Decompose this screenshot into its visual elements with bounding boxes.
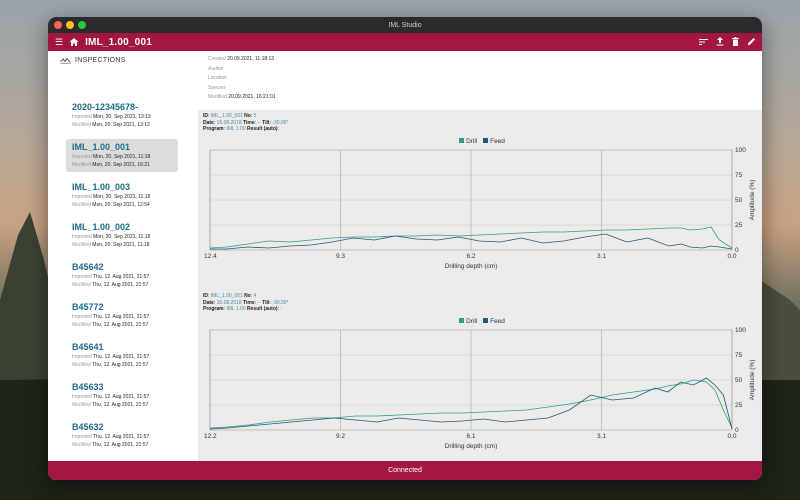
status-bar: Connected [48, 461, 762, 480]
modified-date: Modified Mon, 20. Sep 2021, 12:54 [72, 202, 150, 208]
y-tick-label: 25 [735, 222, 743, 229]
imported-date: Imported Mon, 20. Sep 2021, 11:18 [72, 234, 151, 240]
modified-date: Modified Thu, 12. Aug 2021, 21:57 [72, 402, 149, 408]
connection-status: Connected [388, 467, 422, 474]
inspection-details: Created 20.09.2021, 11:18:13 Auditor Loc… [198, 51, 762, 110]
x-tick-label: 12.2 [204, 433, 217, 440]
x-tick-label: 9.2 [336, 433, 345, 440]
app-bar: ☰ IML_1.00_001 [48, 33, 762, 51]
modified-date: Modified Mon, 20. Sep 2021, 13:13 [72, 122, 150, 128]
sidebar: INSPECTIONS 2020-12345678- Imported Mon, … [48, 51, 198, 461]
upload-icon[interactable] [714, 36, 725, 47]
x-axis-label: Drilling depth (cm) [445, 443, 498, 450]
inspection-name: B45642 [72, 262, 104, 272]
x-tick-label: 0.0 [727, 433, 736, 440]
x-tick-label: 3.1 [597, 253, 606, 260]
list-item[interactable]: B45633 Imported Thu, 12. Aug 2021, 21:57 M… [66, 379, 178, 412]
title-bar: IML Studio [48, 17, 762, 33]
detail-auditor: Auditor [208, 65, 224, 72]
window-title: IML Studio [388, 21, 422, 29]
sidebar-header: INSPECTIONS [48, 51, 198, 64]
imported-date: Imported Mon, 20. Sep 2021, 13:13 [72, 114, 151, 120]
x-axis-label: Drilling depth (cm) [445, 263, 498, 270]
sort-icon[interactable] [698, 36, 709, 47]
y-axis-label: Amplitude (%) [749, 180, 756, 221]
imported-date: Imported Mon, 20. Sep 2021, 11:18 [72, 194, 151, 200]
list-item[interactable]: B45772 Imported Thu, 12. Aug 2021, 21:57 M… [66, 299, 178, 332]
y-tick-label: 25 [735, 402, 743, 409]
zoom-window-button[interactable] [78, 21, 86, 29]
modified-date: Modified Thu, 12. Aug 2021, 21:57 [72, 362, 149, 368]
y-tick-label: 100 [735, 327, 746, 334]
imported-date: Imported Thu, 12. Aug 2021, 21:57 [72, 314, 150, 320]
list-item[interactable]: IML_1.00_001 Imported Mon, 20. Sep 2021, … [66, 139, 178, 172]
imported-date: Imported Thu, 12. Aug 2021, 21:57 [72, 434, 150, 440]
x-tick-label: 6.2 [466, 253, 475, 260]
modified-date: Modified Thu, 12. Aug 2021, 21:57 [72, 282, 149, 288]
x-tick-label: 6.1 [466, 433, 475, 440]
modified-date: Modified Thu, 12. Aug 2021, 21:57 [72, 322, 149, 328]
modified-date: Modified Thu, 12. Aug 2021, 21:57 [72, 442, 149, 448]
main-content: Created 20.09.2021, 11:18:13 Auditor Loc… [198, 51, 762, 468]
sidebar-header-label: INSPECTIONS [75, 57, 126, 64]
imported-date: Imported Thu, 12. Aug 2021, 21:57 [72, 354, 150, 360]
detail-modified: Modified 20.09.2021, 16:21:01 [208, 94, 276, 101]
app-window: IML Studio ☰ IML_1.00_001 INSPECTIONS 20… [48, 17, 762, 480]
page-title: IML_1.00_001 [85, 36, 152, 48]
x-tick-label: 3.1 [597, 433, 606, 440]
close-window-button[interactable] [54, 21, 62, 29]
inspection-name: B45632 [72, 422, 104, 432]
home-icon[interactable] [69, 37, 79, 47]
inspection-name: B45772 [72, 302, 104, 312]
detail-location: Location [208, 75, 227, 82]
y-tick-label: 50 [735, 377, 743, 384]
detail-created: Created 20.09.2021, 11:18:13 [208, 56, 275, 62]
y-tick-label: 50 [735, 197, 743, 204]
y-tick-label: 75 [735, 172, 743, 179]
inspections-icon [60, 57, 71, 64]
list-item[interactable]: IML_1.00_003 Imported Mon, 20. Sep 2021, … [66, 179, 178, 212]
detail-species: Species [208, 84, 226, 91]
x-tick-label: 9.3 [336, 253, 345, 260]
list-item[interactable]: B45642 Imported Thu, 12. Aug 2021, 21:57 M… [66, 259, 178, 292]
inspection-name: IML_1.00_002 [72, 222, 131, 232]
x-tick-label: 12.4 [204, 253, 217, 260]
imported-date: Imported Mon, 20. Sep 2021, 11:18 [72, 154, 151, 160]
modified-date: Modified Mon, 20. Sep 2021, 11:18 [72, 242, 150, 248]
imported-date: Imported Thu, 12. Aug 2021, 21:57 [72, 274, 150, 280]
list-item[interactable]: 2020-12345678- Imported Mon, 20. Sep 2021… [66, 99, 178, 132]
inspection-name: IML_1.00_003 [72, 182, 131, 192]
list-item[interactable]: IML_1.00_002 Imported Mon, 20. Sep 2021, … [66, 219, 178, 252]
y-axis-label: Amplitude (%) [749, 360, 756, 401]
list-item[interactable]: B45641 Imported Thu, 12. Aug 2021, 21:57 M… [66, 339, 178, 372]
edit-icon[interactable] [746, 36, 757, 47]
inspection-name: B45633 [72, 382, 104, 392]
inspection-name: B45641 [72, 342, 104, 352]
measurement-panel-2[interactable]: ID: IML_1.00_001 No: 4 Date: 16.08.2018 … [198, 290, 762, 468]
list-item[interactable]: B45632 Imported Thu, 12. Aug 2021, 21:57 M… [66, 419, 178, 452]
trash-icon[interactable] [730, 36, 741, 47]
inspection-name: IML_1.00_001 [72, 142, 131, 152]
measurement-panel-1[interactable]: ID: IML_1.00_001 No: 5 Date: 16.08.2018 … [198, 110, 762, 288]
y-tick-label: 100 [735, 147, 746, 154]
y-tick-label: 75 [735, 352, 743, 359]
amplitude-chart[interactable]: 025507510012.2 9.2 6.1 3.1 0.0Drilling depth… [198, 290, 762, 468]
amplitude-chart[interactable]: 025507510012.4 9.3 6.2 3.1 0.0Drilling depth… [198, 110, 762, 288]
imported-date: Imported Thu, 12. Aug 2021, 21:57 [72, 394, 150, 400]
modified-date: Modified Mon, 20. Sep 2021, 16:21 [72, 162, 150, 168]
menu-icon[interactable]: ☰ [55, 37, 63, 48]
inspection-name: 2020-12345678- [72, 102, 139, 112]
minimize-window-button[interactable] [66, 21, 74, 29]
x-tick-label: 0.0 [727, 253, 736, 260]
